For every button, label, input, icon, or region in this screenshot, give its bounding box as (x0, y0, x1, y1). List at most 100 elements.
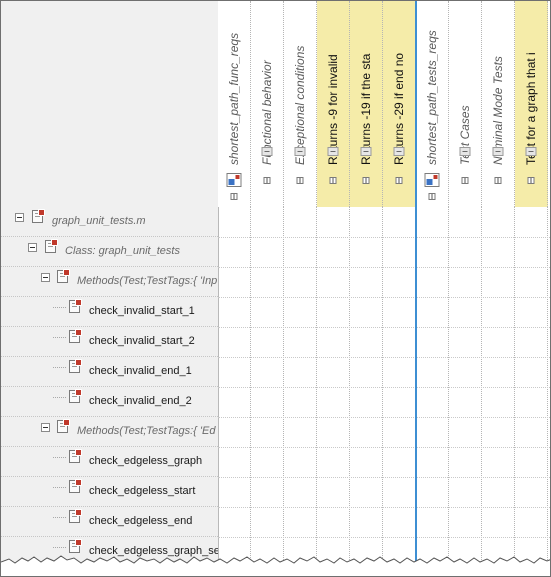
expand-column-icon[interactable] (263, 177, 271, 184)
tree-row-label: Methods(Test;TestTags:{ 'Inp (77, 275, 218, 287)
tree-connector (53, 517, 66, 519)
grid-column (350, 207, 383, 576)
column-header-5[interactable]: Returns -19 if the sta (350, 1, 383, 207)
tree-row-label: Methods(Test;TestTags:{ 'Ed (77, 425, 216, 437)
matrix-grid (218, 207, 550, 576)
matrix-corner (1, 1, 219, 208)
requirement-icon (360, 147, 372, 156)
test-case-icon (69, 299, 82, 313)
tree-row[interactable]: Methods(Test;TestTags:{ 'Inp (1, 267, 218, 297)
grid-column (383, 207, 416, 576)
grid-column (317, 207, 350, 576)
torn-edge (1, 555, 550, 576)
tree-row[interactable]: check_edgeless_end (1, 507, 218, 537)
tree-connector (53, 487, 66, 489)
expand-column-icon[interactable] (296, 177, 304, 184)
column-header-area: shortest_path_func_reqs Functional behavi… (218, 1, 550, 207)
requirement-icon (459, 147, 471, 156)
column-header-4[interactable]: Returns -9 for invalid (317, 1, 350, 207)
tree-row-label: check_invalid_start_2 (89, 335, 195, 347)
grid-column (284, 207, 317, 576)
tree-connector (53, 547, 66, 549)
requirement-icon (393, 147, 405, 156)
expand-column-icon[interactable] (329, 177, 337, 184)
tree-row[interactable]: check_invalid_start_1 (1, 297, 218, 327)
grid-column (416, 207, 449, 576)
tree-row-label: check_invalid_start_1 (89, 305, 195, 317)
column-header-label: Test Cases (458, 105, 472, 165)
tree-row[interactable]: Methods(Test;TestTags:{ 'Ed (1, 417, 218, 447)
expand-column-icon[interactable] (527, 177, 535, 184)
grid-row-line (218, 297, 550, 298)
collapse-icon[interactable] (15, 213, 24, 222)
row-tree-panel: graph_unit_tests.m Class: graph_unit_test… (1, 207, 219, 576)
requirement-icon (294, 147, 306, 156)
column-header-10[interactable]: Test for a graph that i (515, 1, 548, 207)
test-case-icon (69, 359, 82, 373)
grid-row-line (218, 387, 550, 388)
collapse-icon[interactable] (28, 243, 37, 252)
grid-column (251, 207, 284, 576)
tree-row[interactable]: check_edgeless_graph (1, 447, 218, 477)
requirement-set-icon (226, 173, 242, 187)
test-case-icon (69, 449, 82, 463)
column-header-1[interactable]: shortest_path_func_reqs (218, 1, 251, 207)
tree-row[interactable]: graph_unit_tests.m (1, 207, 218, 237)
requirement-icon (327, 147, 339, 156)
requirement-icon (261, 147, 273, 156)
requirement-icon (492, 147, 504, 156)
tree-row[interactable]: Class: graph_unit_tests (1, 237, 218, 267)
grid-row-line (218, 507, 550, 508)
grid-column (482, 207, 515, 576)
expand-column-icon[interactable] (494, 177, 502, 184)
tree-row-label: graph_unit_tests.m (52, 215, 146, 227)
test-file-icon (32, 209, 45, 223)
tree-row-label: Class: graph_unit_tests (65, 245, 180, 257)
test-group-icon (45, 239, 58, 253)
grid-column (449, 207, 482, 576)
column-header-2[interactable]: Functional behavior (251, 1, 284, 207)
grid-row-line (218, 327, 550, 328)
grid-row-line (218, 357, 550, 358)
grid-column (218, 207, 251, 576)
tree-connector (53, 307, 66, 309)
expand-column-icon[interactable] (362, 177, 370, 184)
tree-row[interactable]: check_invalid_start_2 (1, 327, 218, 357)
requirement-set-icon (424, 173, 440, 187)
grid-row-line (218, 477, 550, 478)
expand-column-icon[interactable] (428, 193, 436, 200)
expand-column-icon[interactable] (230, 193, 238, 200)
column-header-label: shortest_path_func_reqs (227, 32, 241, 165)
tree-row[interactable]: check_edgeless_start (1, 477, 218, 507)
column-header-6[interactable]: Returns -29 if end no (383, 1, 416, 207)
expand-column-icon[interactable] (461, 177, 469, 184)
tree-row-label: check_invalid_end_2 (89, 395, 192, 407)
set-divider-line (415, 1, 417, 576)
tree-connector (53, 397, 66, 399)
tree-connector (53, 367, 66, 369)
test-group-icon (57, 419, 70, 433)
column-header-7[interactable]: shortest_path_tests_reqs (416, 1, 449, 207)
tree-row-label: check_invalid_end_1 (89, 365, 192, 377)
test-case-icon (69, 329, 82, 343)
grid-column (515, 207, 548, 576)
collapse-icon[interactable] (41, 273, 50, 282)
column-header-label: shortest_path_tests_reqs (425, 30, 439, 165)
expand-column-icon[interactable] (395, 177, 403, 184)
column-header-9[interactable]: Nominal Mode Tests (482, 1, 515, 207)
column-header-8[interactable]: Test Cases (449, 1, 482, 207)
test-group-icon (57, 269, 70, 283)
tree-row-label: check_edgeless_graph (89, 455, 203, 467)
traceability-matrix: shortest_path_func_reqs Functional behavi… (0, 0, 551, 577)
requirement-icon (525, 147, 537, 156)
test-case-icon (69, 479, 82, 493)
column-header-3[interactable]: Exceptional conditions (284, 1, 317, 207)
tree-row-label: check_edgeless_start (89, 485, 196, 497)
tree-row[interactable]: check_invalid_end_2 (1, 387, 218, 417)
tree-row[interactable]: check_invalid_end_1 (1, 357, 218, 387)
grid-row-line (218, 417, 550, 418)
grid-row-line (218, 237, 550, 238)
grid-row-line (218, 267, 550, 268)
test-case-icon (69, 509, 82, 523)
collapse-icon[interactable] (41, 423, 50, 432)
